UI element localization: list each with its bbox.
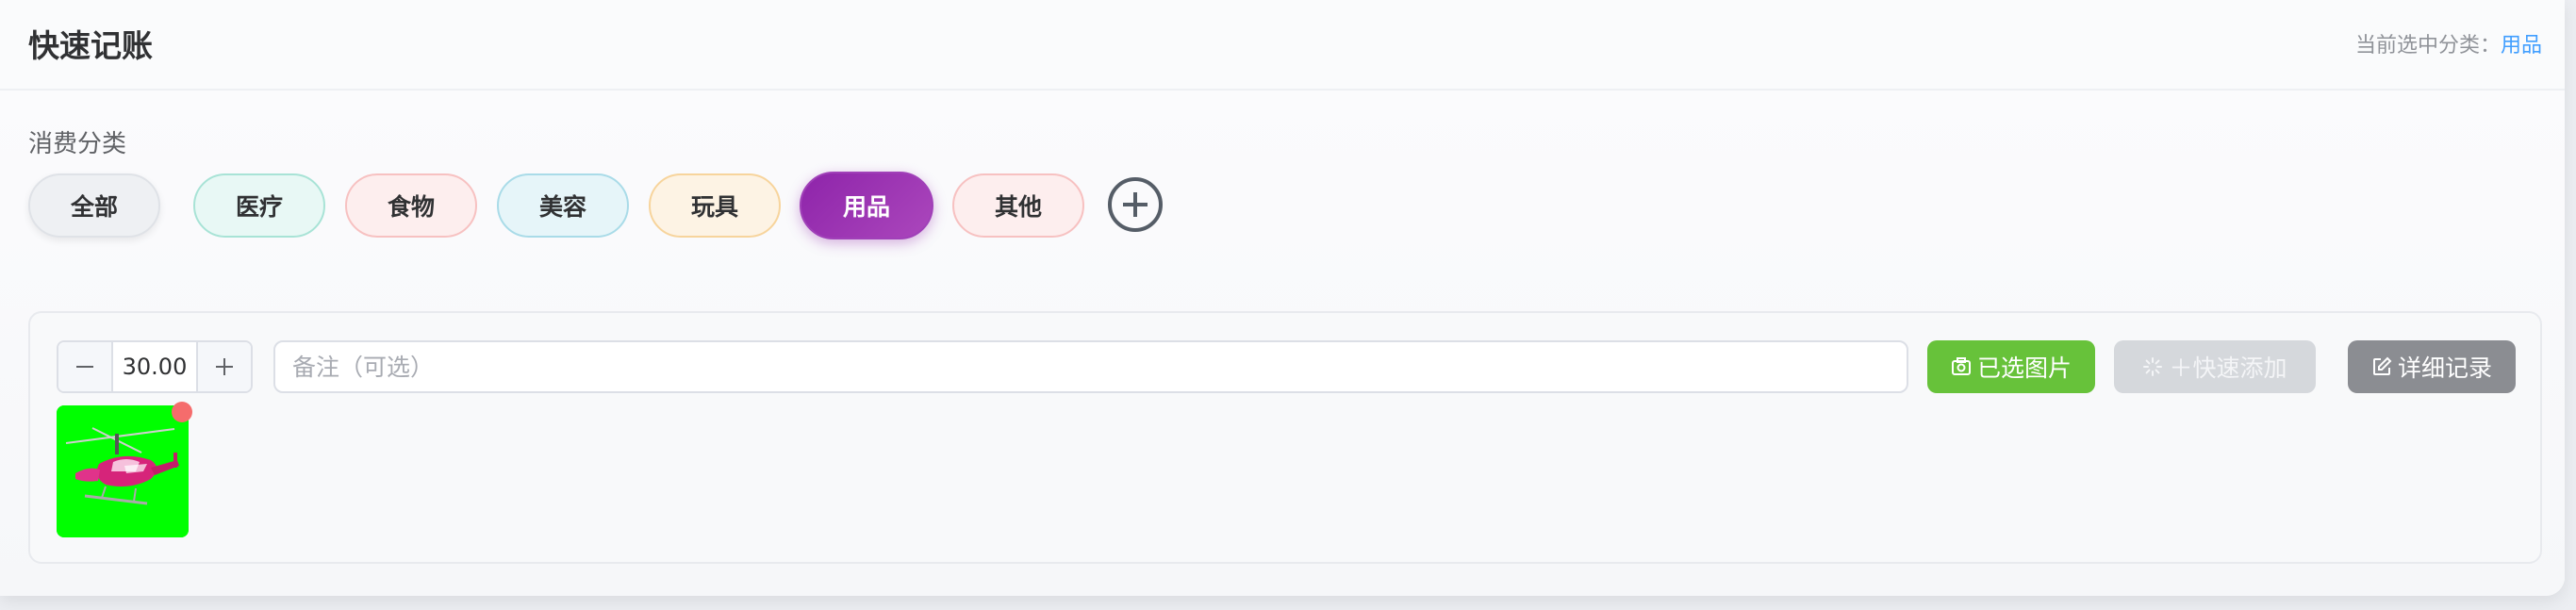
selected-photo-label: 已选图片 [1976,354,2072,382]
minus-icon [76,366,93,368]
category-section-label: 消费分类 [28,130,127,158]
current-category-value: 用品 [2500,34,2542,58]
loading-spinner-icon [2143,357,2163,376]
current-category-indicator: 当前选中分类：用品 [2355,28,2542,58]
remove-image-icon[interactable] [172,402,192,422]
camera-icon [1951,357,1971,375]
entry-panel: 30.00 已选图片 ＋快速添加 [28,311,2542,564]
add-category-icon[interactable] [1108,177,1163,232]
detail-record-label: 详细记录 [2397,354,2492,382]
category-chip-supplies[interactable]: 用品 [800,172,933,239]
edit-icon [2372,356,2392,375]
note-input[interactable] [273,340,1908,393]
category-chip-other[interactable]: 其他 [952,173,1084,238]
detail-record-button[interactable]: 详细记录 [2348,340,2516,393]
category-chip-all[interactable]: 全部 [28,173,160,238]
current-category-label: 当前选中分类： [2354,34,2501,58]
quick-add-button[interactable]: ＋快速添加 [2114,340,2316,393]
selected-image-thumbnail[interactable] [57,405,189,537]
selected-photo-button[interactable]: 已选图片 [1927,340,2095,393]
decrement-button[interactable] [58,342,113,391]
category-chip-beauty[interactable]: 美容 [497,173,629,238]
helicopter-image [57,405,189,537]
quick-bookkeeping-card: 快速记账 当前选中分类：用品 消费分类 全部 医疗 食物 美容 玩具 用品 其他… [0,0,2565,596]
page-title: 快速记账 [28,27,153,64]
increment-button[interactable] [196,342,251,391]
card-header: 快速记账 当前选中分类：用品 [0,0,2565,91]
category-chip-food[interactable]: 食物 [345,173,477,238]
category-chip-toys[interactable]: 玩具 [649,173,781,238]
quick-add-label: ＋快速添加 [2169,354,2287,382]
category-chip-medical[interactable]: 医疗 [193,173,325,238]
amount-value[interactable]: 30.00 [113,342,196,391]
plus-icon [216,358,233,375]
amount-stepper: 30.00 [57,340,253,393]
